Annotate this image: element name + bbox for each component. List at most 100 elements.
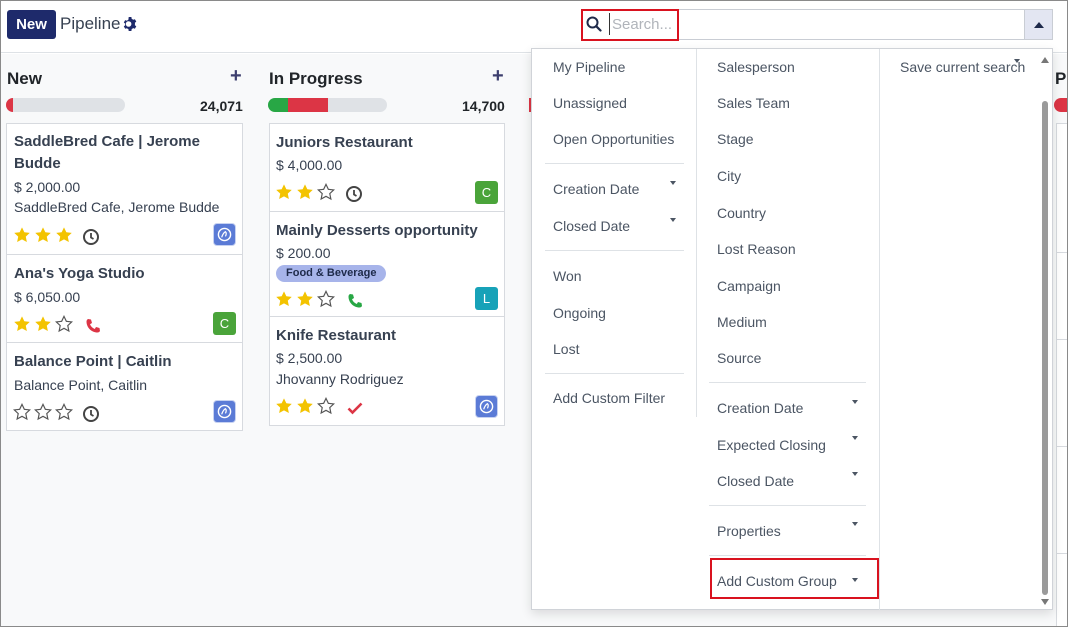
save-current-search[interactable]: Save current search <box>900 59 1025 75</box>
star-empty-icon[interactable] <box>34 403 52 421</box>
kanban-card[interactable] <box>1056 446 1067 554</box>
kanban-card[interactable] <box>1056 339 1067 447</box>
caret-down-icon[interactable] <box>670 181 676 185</box>
star-empty-icon[interactable] <box>317 290 335 308</box>
star-filled-icon[interactable] <box>296 183 314 201</box>
kanban-card[interactable] <box>1056 123 1067 253</box>
progress-lost-segment[interactable] <box>6 98 13 112</box>
star-filled-icon[interactable] <box>275 290 293 308</box>
star-filled-icon[interactable] <box>296 397 314 415</box>
kanban-card[interactable]: SaddleBred Cafe | Jerome Budde $ 2,000.0… <box>6 123 243 255</box>
progress-won-segment[interactable] <box>268 98 288 112</box>
groupby-country[interactable]: Country <box>717 205 766 221</box>
groupby-closed-date[interactable]: Closed Date <box>717 473 794 489</box>
star-filled-icon[interactable] <box>13 226 31 244</box>
groupby-stage[interactable]: Stage <box>717 131 754 147</box>
caret-down-icon[interactable] <box>852 522 858 526</box>
caret-down-icon[interactable] <box>852 436 858 440</box>
scrollbar-thumb[interactable] <box>1042 101 1048 595</box>
search-panel-toggle-button[interactable] <box>1024 9 1053 40</box>
clock-icon[interactable] <box>82 405 100 423</box>
add-custom-filter[interactable]: Add Custom Filter <box>553 390 665 406</box>
caret-down-icon[interactable] <box>1014 59 1020 63</box>
progress-lost-segment[interactable] <box>288 98 328 112</box>
column-progress-bar[interactable] <box>268 98 387 112</box>
groupby-campaign[interactable]: Campaign <box>717 278 781 294</box>
clock-icon[interactable] <box>345 185 363 203</box>
card-contact: Balance Point, Caitlin <box>14 377 148 393</box>
groupby-medium[interactable]: Medium <box>717 314 767 330</box>
control-panel: New Pipeline <box>1 1 1067 53</box>
star-empty-icon[interactable] <box>13 403 31 421</box>
groupby-sales-team[interactable]: Sales Team <box>717 95 790 111</box>
star-filled-icon[interactable] <box>275 183 293 201</box>
star-filled-icon[interactable] <box>296 290 314 308</box>
divider <box>545 250 684 251</box>
scroll-down-arrow-icon[interactable] <box>1041 599 1049 605</box>
new-button[interactable]: New <box>7 10 56 39</box>
groupby-creation-date[interactable]: Creation Date <box>717 400 803 416</box>
kanban-card[interactable]: Mainly Desserts opportunity $ 200.00 Foo… <box>269 211 505 317</box>
priority-stars[interactable] <box>275 397 335 415</box>
kanban-card[interactable]: Knife Restaurant $ 2,500.00 Jhovanny Rod… <box>269 316 505 426</box>
gear-icon[interactable] <box>122 16 138 32</box>
star-filled-icon[interactable] <box>55 226 73 244</box>
kanban-card[interactable]: Ana's Yoga Studio $ 6,050.00 C <box>6 254 243 343</box>
column-progress-bar[interactable] <box>6 98 125 112</box>
caret-down-icon[interactable] <box>852 472 858 476</box>
filter-my-pipeline[interactable]: My Pipeline <box>553 59 625 75</box>
filter-lost[interactable]: Lost <box>553 341 579 357</box>
priority-stars[interactable] <box>13 226 73 244</box>
groupby-source[interactable]: Source <box>717 350 761 366</box>
progress-lost-segment <box>1054 98 1067 112</box>
card-title: Ana's Yoga Studio <box>14 265 145 282</box>
priority-stars[interactable] <box>275 183 335 201</box>
star-empty-icon[interactable] <box>55 315 73 333</box>
avatar[interactable] <box>213 223 236 246</box>
groupby-expected-closing[interactable]: Expected Closing <box>717 437 826 453</box>
check-icon[interactable] <box>346 399 364 417</box>
caret-down-icon[interactable] <box>670 218 676 222</box>
filter-won[interactable]: Won <box>553 268 582 284</box>
caret-down-icon[interactable] <box>852 400 858 404</box>
quick-create-button[interactable]: + <box>492 65 504 88</box>
filter-open-opportunities[interactable]: Open Opportunities <box>553 131 674 147</box>
partial-column: Pr <box>1053 54 1067 626</box>
kanban-card[interactable] <box>1056 252 1067 340</box>
star-empty-icon[interactable] <box>317 397 335 415</box>
clock-icon[interactable] <box>82 228 100 246</box>
filter-unassigned[interactable]: Unassigned <box>553 95 627 111</box>
kanban-card[interactable]: Balance Point | Caitlin Balance Point, C… <box>6 342 243 431</box>
star-filled-icon[interactable] <box>13 315 31 333</box>
star-filled-icon[interactable] <box>275 397 293 415</box>
filter-creation-date[interactable]: Creation Date <box>553 181 639 197</box>
avatar[interactable] <box>475 395 498 418</box>
card-amount: $ 4,000.00 <box>276 157 343 173</box>
phone-icon[interactable] <box>84 317 102 335</box>
groupby-salesperson[interactable]: Salesperson <box>717 59 795 75</box>
quick-create-button[interactable]: + <box>230 65 242 88</box>
star-empty-icon[interactable] <box>317 183 335 201</box>
kanban-card[interactable]: Juniors Restaurant $ 4,000.00 C <box>269 123 505 212</box>
avatar[interactable] <box>213 400 236 423</box>
phone-icon[interactable] <box>346 292 364 310</box>
priority-stars[interactable] <box>13 315 73 333</box>
card-title-line1: SaddleBred Cafe | Jerome <box>14 133 200 150</box>
star-filled-icon[interactable] <box>34 315 52 333</box>
groupby-properties[interactable]: Properties <box>717 523 781 539</box>
scroll-up-arrow-icon[interactable] <box>1041 57 1049 63</box>
avatar[interactable]: C <box>475 181 498 204</box>
groupby-city[interactable]: City <box>717 168 741 184</box>
priority-stars[interactable] <box>275 290 335 308</box>
avatar[interactable]: C <box>213 312 236 335</box>
star-empty-icon[interactable] <box>55 403 73 421</box>
groupby-lost-reason[interactable]: Lost Reason <box>717 241 796 257</box>
divider <box>709 505 866 506</box>
filter-closed-date[interactable]: Closed Date <box>553 218 630 234</box>
avatar[interactable]: L <box>475 287 498 310</box>
filter-ongoing[interactable]: Ongoing <box>553 305 606 321</box>
kanban-card[interactable] <box>1056 553 1067 626</box>
priority-stars[interactable] <box>13 403 73 421</box>
star-filled-icon[interactable] <box>34 226 52 244</box>
column-title: New <box>7 69 42 88</box>
